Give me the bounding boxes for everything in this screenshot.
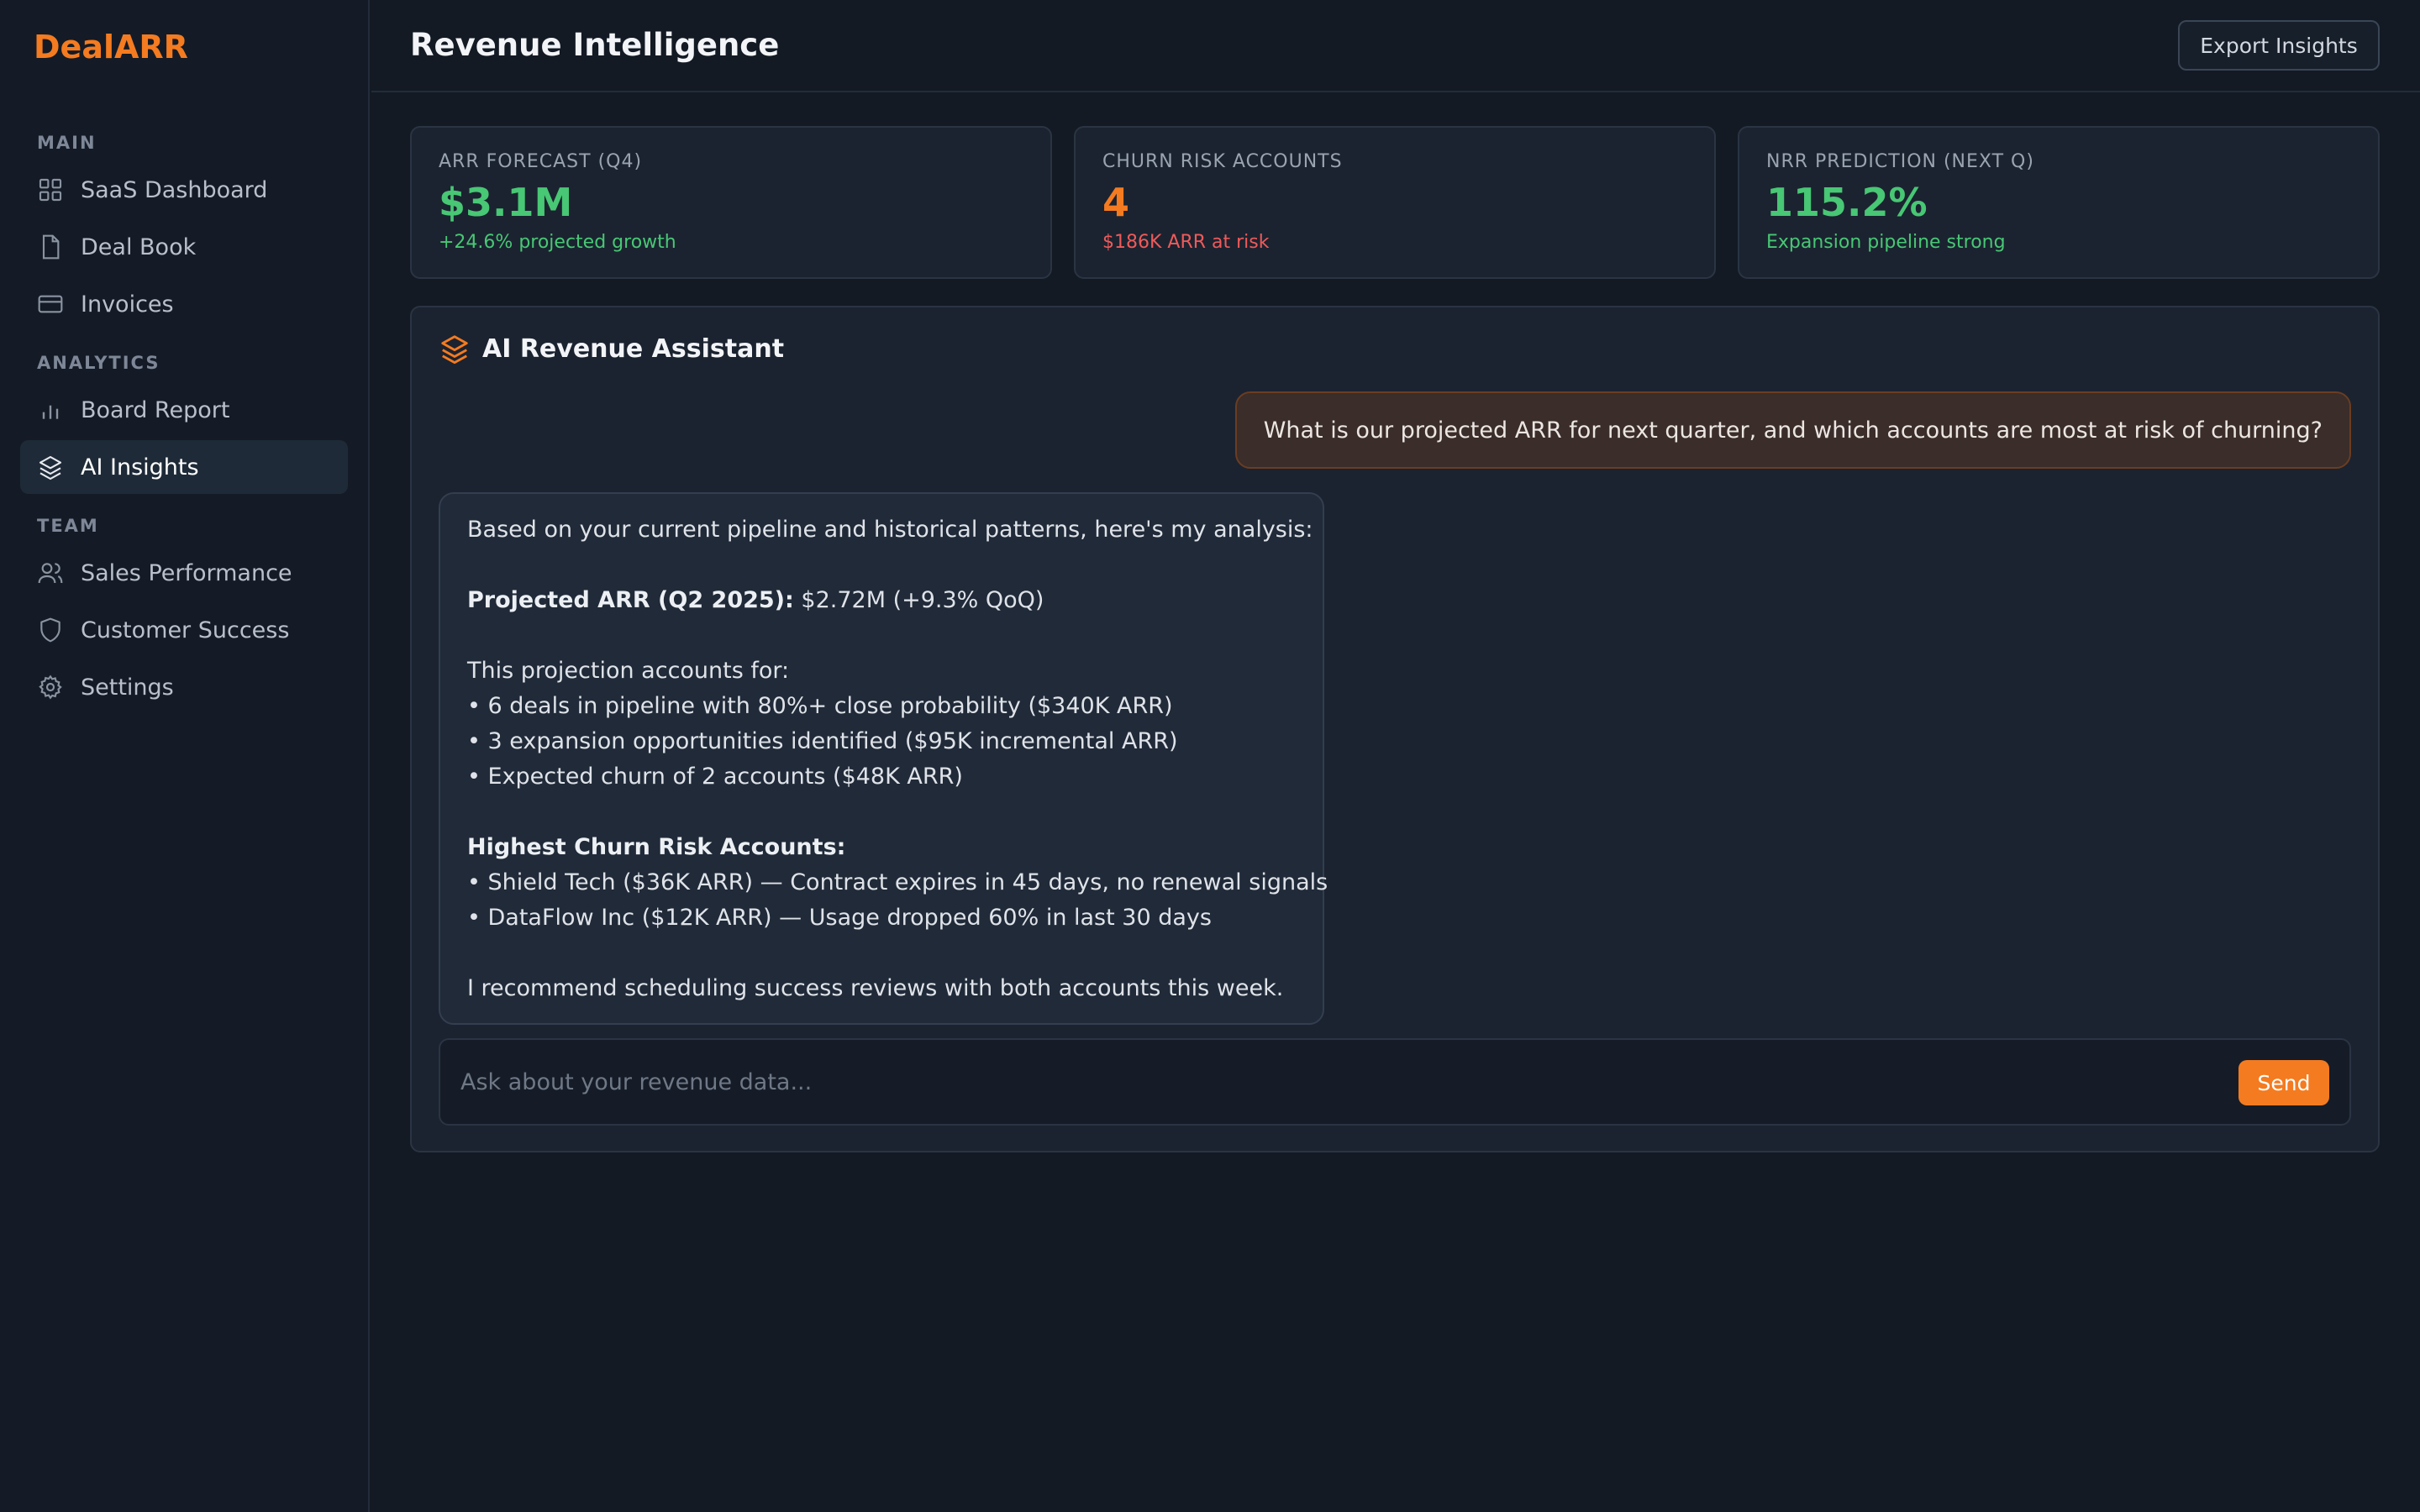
stat-value: $3.1M xyxy=(439,180,573,225)
sidebar-item-label: Settings xyxy=(81,674,174,701)
sidebar-item-label: Deal Book xyxy=(81,234,197,260)
sidebar-item-label: AI Insights xyxy=(81,454,199,480)
sidebar-item-label: Customer Success xyxy=(81,617,290,643)
sidebar-section-main: MAIN xyxy=(37,133,97,153)
sidebar-item-deal-book[interactable]: Deal Book xyxy=(20,220,348,274)
sidebar: DealARR MAIN SaaS Dashboard Deal Book In… xyxy=(0,0,370,1512)
layers-icon xyxy=(441,335,468,365)
stat-card-arr-forecast: ARR FORECAST (Q4) $3.1M +24.6% projected… xyxy=(410,126,1052,279)
sidebar-item-invoices[interactable]: Invoices xyxy=(20,277,348,331)
sidebar-item-settings[interactable]: Settings xyxy=(20,660,348,714)
stat-note: Expansion pipeline strong xyxy=(1766,232,2006,253)
sidebar-item-label: Invoices xyxy=(81,291,174,318)
sidebar-section-team: TEAM xyxy=(37,516,99,536)
layers-icon xyxy=(39,455,62,480)
app-logo[interactable]: DealARR xyxy=(34,29,188,66)
stat-note: +24.6% projected growth xyxy=(439,232,676,253)
response-risk-bullet: • DataFlow Inc ($12K ARR) — Usage droppe… xyxy=(467,905,1212,931)
assistant-response-bubble: Based on your current pipeline and histo… xyxy=(439,492,1328,1025)
sidebar-item-sales-performance[interactable]: Sales Performance xyxy=(20,546,348,600)
bar-chart-icon xyxy=(42,405,59,419)
user-message-text: What is our projected ARR for next quart… xyxy=(1263,417,2323,444)
response-bullet: • 3 expansion opportunities identified (… xyxy=(467,728,1178,754)
response-bullet: • Expected churn of 2 accounts ($48K ARR… xyxy=(467,764,963,790)
stat-value: 115.2% xyxy=(1766,180,1928,225)
stat-label: ARR FORECAST (Q4) xyxy=(439,151,643,172)
sidebar-item-ai-insights[interactable]: AI Insights xyxy=(20,440,348,494)
response-projection: Projected ARR (Q2 2025): $2.72M (+9.3% Q… xyxy=(467,583,1296,618)
chat-input[interactable] xyxy=(442,1042,2207,1122)
stat-label: NRR PREDICTION (NEXT Q) xyxy=(1766,151,2034,172)
gear-icon xyxy=(39,675,62,700)
sidebar-item-customer-success[interactable]: Customer Success xyxy=(20,603,348,657)
projection-value: $2.72M (+9.3% QoQ) xyxy=(793,587,1044,613)
response-intro: Based on your current pipeline and histo… xyxy=(467,517,1313,543)
sidebar-item-label: SaaS Dashboard xyxy=(81,176,268,203)
sidebar-item-board-report[interactable]: Board Report xyxy=(20,383,348,437)
sidebar-item-saas-dashboard[interactable]: SaaS Dashboard xyxy=(20,163,348,217)
chat-input-bar: Send xyxy=(439,1038,2351,1126)
file-icon xyxy=(42,234,60,260)
ai-assistant-panel: AI Revenue Assistant What is our project… xyxy=(410,306,2380,1152)
export-insights-button[interactable]: Export Insights xyxy=(2178,20,2380,71)
assistant-title: AI Revenue Assistant xyxy=(482,334,785,364)
sidebar-item-label: Sales Performance xyxy=(81,559,292,586)
projection-label: Projected ARR (Q2 2025): xyxy=(467,587,794,613)
page-title: Revenue Intelligence xyxy=(410,27,780,63)
user-message-bubble: What is our projected ARR for next quart… xyxy=(1234,391,2351,469)
response-risk-bullet: • Shield Tech ($36K ARR) — Contract expi… xyxy=(467,869,1328,895)
response-recommendation: I recommend scheduling success reviews w… xyxy=(467,975,1284,1001)
stat-label: CHURN RISK ACCOUNTS xyxy=(1102,151,1343,172)
users-icon xyxy=(38,563,63,584)
shield-icon xyxy=(40,617,60,643)
sidebar-item-label: Board Report xyxy=(81,396,230,423)
stat-note: $186K ARR at risk xyxy=(1102,232,1270,253)
stat-value: 4 xyxy=(1102,180,1130,225)
response-risk-heading: Highest Churn Risk Accounts: xyxy=(467,830,1296,865)
top-bar: Revenue Intelligence Export Insights xyxy=(371,0,2420,92)
stat-card-churn-risk: CHURN RISK ACCOUNTS 4 $186K ARR at risk xyxy=(1074,126,1716,279)
response-bullet: • 6 deals in pipeline with 80%+ close pr… xyxy=(467,693,1173,719)
sidebar-section-analytics: ANALYTICS xyxy=(37,353,160,373)
response-accounts-for: This projection accounts for: xyxy=(467,658,790,684)
stat-card-nrr-prediction: NRR PREDICTION (NEXT Q) 115.2% Expansion… xyxy=(1738,126,2380,279)
risk-heading-text: Highest Churn Risk Accounts: xyxy=(467,834,846,860)
send-button[interactable]: Send xyxy=(2238,1060,2329,1105)
grid-icon xyxy=(39,178,62,202)
credit-card-icon xyxy=(38,295,63,313)
